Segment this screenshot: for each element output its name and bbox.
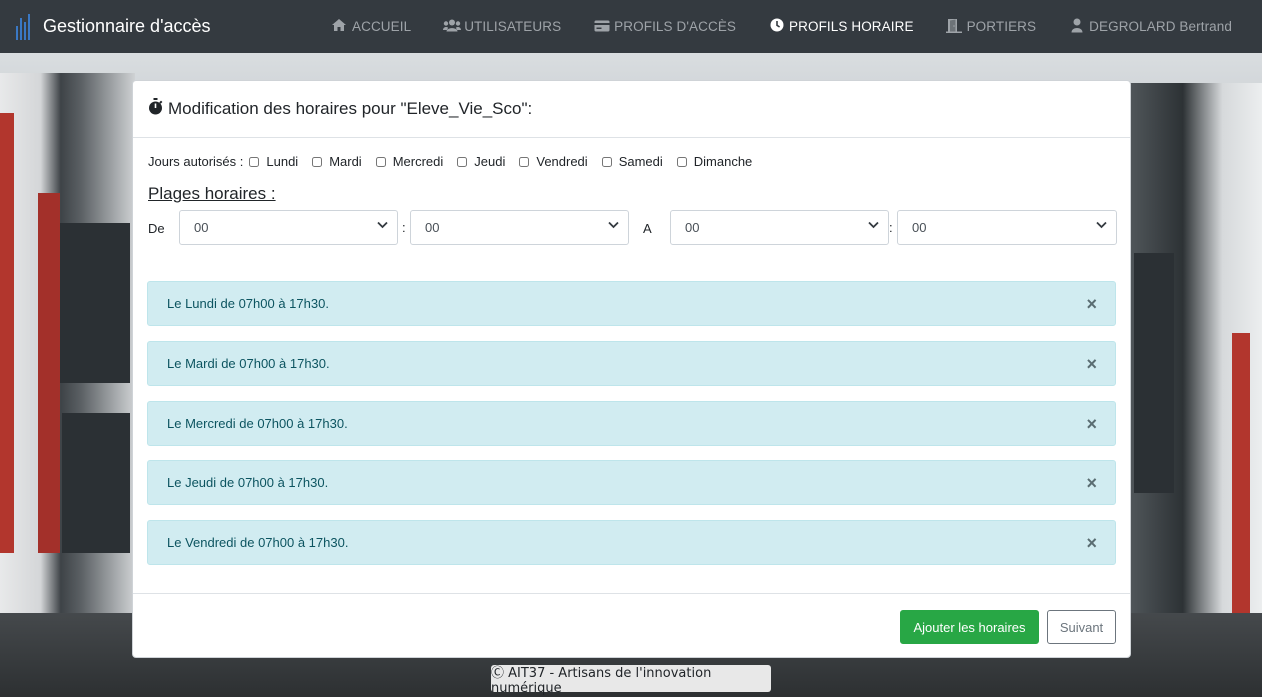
- schedule-item: Le Lundi de 07h00 à 17h30. ×: [147, 281, 1116, 326]
- home-icon: [331, 18, 348, 35]
- schedule-item: Le Mardi de 07h00 à 17h30. ×: [147, 341, 1116, 386]
- nav-label: PORTIERS: [966, 19, 1037, 34]
- day-lundi[interactable]: Lundi: [249, 154, 298, 169]
- schedule-text: Le Jeudi de 07h00 à 17h30.: [167, 475, 329, 490]
- chevron-down-icon: [608, 220, 619, 232]
- close-icon[interactable]: ×: [1086, 294, 1097, 315]
- close-icon[interactable]: ×: [1086, 533, 1097, 554]
- select-value: 00: [685, 220, 700, 235]
- user-icon: [1068, 18, 1085, 36]
- card-icon: [593, 19, 610, 35]
- select-value: 00: [194, 220, 209, 235]
- day-label: Samedi: [618, 154, 663, 169]
- close-icon[interactable]: ×: [1086, 354, 1097, 375]
- select-value: 00: [912, 220, 927, 235]
- app-title: Gestionnaire d'accès: [43, 16, 211, 36]
- checkbox-jeudi[interactable]: [457, 156, 468, 167]
- schedule-text: Le Vendredi de 07h00 à 17h30.: [167, 535, 349, 550]
- checkbox-mardi[interactable]: [312, 156, 323, 167]
- chevron-down-icon: [377, 220, 388, 232]
- schedule-item: Le Jeudi de 07h00 à 17h30. ×: [147, 460, 1116, 505]
- nav-label: ACCUEIL: [351, 19, 412, 34]
- close-icon[interactable]: ×: [1086, 414, 1097, 435]
- day-dimanche[interactable]: Dimanche: [676, 154, 753, 169]
- checkbox-samedi[interactable]: [601, 156, 612, 167]
- close-icon[interactable]: ×: [1086, 473, 1097, 494]
- nav-label: UTILISATEURS: [464, 19, 562, 34]
- modal-header: Modification des horaires pour "Eleve_Vi…: [133, 81, 1130, 138]
- time-range-row: De 00 : 00 A 00 : 00: [148, 210, 1117, 245]
- nav-utilisateurs[interactable]: UTILISATEURS: [443, 19, 561, 35]
- schedule-item: Le Vendredi de 07h00 à 17h30. ×: [147, 520, 1116, 565]
- copyright-footer: Ⓒ AIT37 - Artisans de l'innovation numér…: [491, 665, 771, 696]
- day-label: Jeudi: [474, 154, 506, 169]
- nav-label: DEGROLARD Bertrand: [1089, 19, 1232, 34]
- nav-label: PROFILS D'ACCÈS: [614, 19, 737, 34]
- checkbox-mercredi[interactable]: [375, 156, 386, 167]
- main-nav: ACCUEIL UTILISATEURS PROFILS D'ACCÈS PRO…: [331, 0, 1262, 53]
- schedule-text: Le Mardi de 07h00 à 17h30.: [167, 356, 330, 371]
- checkbox-lundi[interactable]: [249, 156, 260, 167]
- nav-label: PROFILS HORAIRE: [789, 19, 914, 34]
- day-label: Vendredi: [536, 154, 588, 169]
- allowed-days-row: Jours autorisés : Lundi Mardi Mercredi J…: [148, 154, 766, 169]
- from-hour-select[interactable]: 00: [179, 210, 398, 245]
- modal-title: Modification des horaires pour "Eleve_Vi…: [168, 99, 533, 118]
- nav-profils-horaire[interactable]: PROFILS HORAIRE: [768, 18, 914, 35]
- nav-portiers[interactable]: PORTIERS: [946, 18, 1037, 36]
- day-label: Mardi: [329, 154, 362, 169]
- chevron-down-icon: [1096, 220, 1107, 232]
- time-ranges-title: Plages horaires :: [148, 184, 276, 203]
- schedule-edit-modal: Modification des horaires pour "Eleve_Vi…: [132, 80, 1131, 658]
- to-hour-select[interactable]: 00: [670, 210, 889, 245]
- stopwatch-icon: [148, 98, 163, 120]
- days-label: Jours autorisés :: [148, 154, 244, 169]
- day-jeudi[interactable]: Jeudi: [457, 154, 505, 169]
- brand[interactable]: Gestionnaire d'accès: [0, 13, 211, 40]
- schedule-text: Le Lundi de 07h00 à 17h30.: [167, 296, 329, 311]
- nav-user-account[interactable]: DEGROLARD Bertrand: [1068, 18, 1232, 36]
- from-minute-select[interactable]: 00: [410, 210, 629, 245]
- modal-footer: Ajouter les horaires Suivant: [133, 593, 1130, 658]
- to-minute-select[interactable]: 00: [897, 210, 1117, 245]
- chevron-down-icon: [868, 220, 879, 232]
- clock-icon: [768, 18, 785, 35]
- schedule-text: Le Mercredi de 07h00 à 17h30.: [167, 416, 348, 431]
- time-separator: :: [889, 220, 893, 235]
- door-icon: [946, 18, 963, 36]
- add-schedules-button[interactable]: Ajouter les horaires: [900, 610, 1039, 644]
- day-mercredi[interactable]: Mercredi: [375, 154, 444, 169]
- users-icon: [443, 19, 462, 35]
- day-label: Dimanche: [693, 154, 753, 169]
- day-label: Lundi: [266, 154, 299, 169]
- logo-icon: [14, 13, 32, 40]
- checkbox-vendredi[interactable]: [519, 156, 530, 167]
- next-button[interactable]: Suivant: [1047, 610, 1116, 644]
- schedule-item: Le Mercredi de 07h00 à 17h30. ×: [147, 401, 1116, 446]
- select-value: 00: [425, 220, 440, 235]
- to-label: A: [643, 221, 652, 236]
- top-navbar: Gestionnaire d'accès ACCUEIL UTILISATEUR…: [0, 0, 1262, 53]
- time-separator: :: [402, 220, 406, 235]
- day-vendredi[interactable]: Vendredi: [519, 154, 588, 169]
- nav-profils-acces[interactable]: PROFILS D'ACCÈS: [593, 19, 736, 35]
- nav-accueil[interactable]: ACCUEIL: [331, 18, 411, 35]
- day-mardi[interactable]: Mardi: [312, 154, 362, 169]
- from-label: De: [148, 221, 165, 236]
- day-label: Mercredi: [392, 154, 444, 169]
- day-samedi[interactable]: Samedi: [601, 154, 663, 169]
- checkbox-dimanche[interactable]: [676, 156, 687, 167]
